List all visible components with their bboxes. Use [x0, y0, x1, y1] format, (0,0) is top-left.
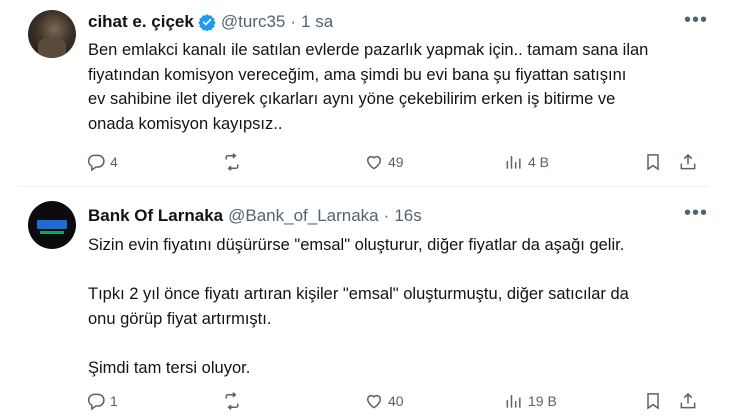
views-chart-icon	[506, 156, 521, 169]
tweet-2[interactable]: Bank Of Larnaka @Bank_of_Larnaka · 16s •…	[0, 187, 730, 420]
share-icon	[680, 392, 696, 409]
retweet-icon	[225, 153, 239, 171]
tweet-line: Tıpkı 2 yıl önce fiyatı artıran kişiler …	[88, 285, 629, 303]
reply-count: 1	[110, 393, 118, 409]
share-button[interactable]	[678, 389, 698, 413]
more-options-icon[interactable]: •••	[684, 203, 707, 223]
view-count: 4 B	[528, 154, 550, 170]
timestamp[interactable]: 16s	[394, 206, 421, 226]
author-handle[interactable]: @turc35	[221, 12, 286, 32]
bookmark-icon	[647, 393, 659, 410]
retweet-button[interactable]	[222, 389, 246, 413]
tweet-line: ev sahibine ilet diyerek çıkarları aynı …	[88, 90, 616, 108]
views-chart-icon	[506, 395, 521, 408]
avatar[interactable]	[28, 201, 76, 249]
author-name[interactable]: Bank Of Larnaka	[88, 206, 223, 226]
tweet-header: cihat e. çiçek @turc35 · 1 sa	[88, 12, 333, 32]
timestamp[interactable]: 1 sa	[301, 12, 333, 32]
retweet-icon	[225, 392, 239, 410]
verified-badge-icon	[198, 14, 216, 31]
author-name[interactable]: cihat e. çiçek	[88, 12, 194, 32]
tweet-line: Şimdi tam tersi oluyor.	[88, 358, 251, 377]
author-handle[interactable]: @Bank_of_Larnaka	[228, 206, 379, 226]
tweet-line: Sizin evin fiyatını düşürürse "emsal" ol…	[88, 236, 625, 254]
reply-button[interactable]: 4	[86, 150, 118, 174]
separator-dot: ·	[290, 12, 297, 31]
heart-icon	[366, 394, 382, 409]
like-count: 40	[388, 393, 404, 409]
reply-icon	[87, 154, 105, 172]
reply-count: 4	[110, 154, 118, 170]
tweet-text: Ben emlakci kanalı ile satılan evlerde p…	[88, 38, 708, 136]
views-button[interactable]: 4 B	[504, 150, 549, 174]
tweet-1[interactable]: cihat e. çiçek @turc35 · 1 sa ••• Ben em…	[0, 0, 730, 186]
view-count: 19 B	[528, 393, 557, 409]
tweet-line: Ben emlakci kanalı ile satılan evlerde p…	[88, 41, 649, 59]
share-icon	[680, 153, 696, 170]
tweet-text: Sizin evin fiyatını düşürürse "emsal" ol…	[88, 233, 708, 380]
like-button[interactable]: 49	[364, 150, 404, 174]
tweet-line: fiyatından komisyon vereceğim, ama şimdi…	[88, 65, 627, 84]
bookmark-button[interactable]	[643, 389, 663, 413]
avatar-screen-line	[40, 231, 64, 234]
avatar[interactable]	[28, 10, 76, 58]
heart-icon	[366, 155, 382, 170]
more-options-icon[interactable]: •••	[684, 10, 707, 30]
tweet-header: Bank Of Larnaka @Bank_of_Larnaka · 16s	[88, 206, 422, 226]
reply-button[interactable]: 1	[86, 389, 118, 413]
bookmark-button[interactable]	[643, 150, 663, 174]
like-count: 49	[388, 154, 404, 170]
tweet-line: onu görüp fiyat artırmıştı.	[88, 309, 272, 328]
reply-icon	[87, 393, 105, 411]
avatar-screen	[37, 220, 67, 229]
separator-dot: ·	[383, 206, 390, 225]
share-button[interactable]	[678, 150, 698, 174]
bookmark-icon	[647, 154, 659, 171]
retweet-button[interactable]	[222, 150, 246, 174]
tweet-line: onada komisyon kayıpsız..	[88, 114, 283, 133]
tweet-actions: 1 40 19 B	[80, 389, 710, 413]
views-button[interactable]: 19 B	[504, 389, 557, 413]
tweet-actions: 4 49 4 B	[80, 150, 710, 174]
like-button[interactable]: 40	[364, 389, 404, 413]
